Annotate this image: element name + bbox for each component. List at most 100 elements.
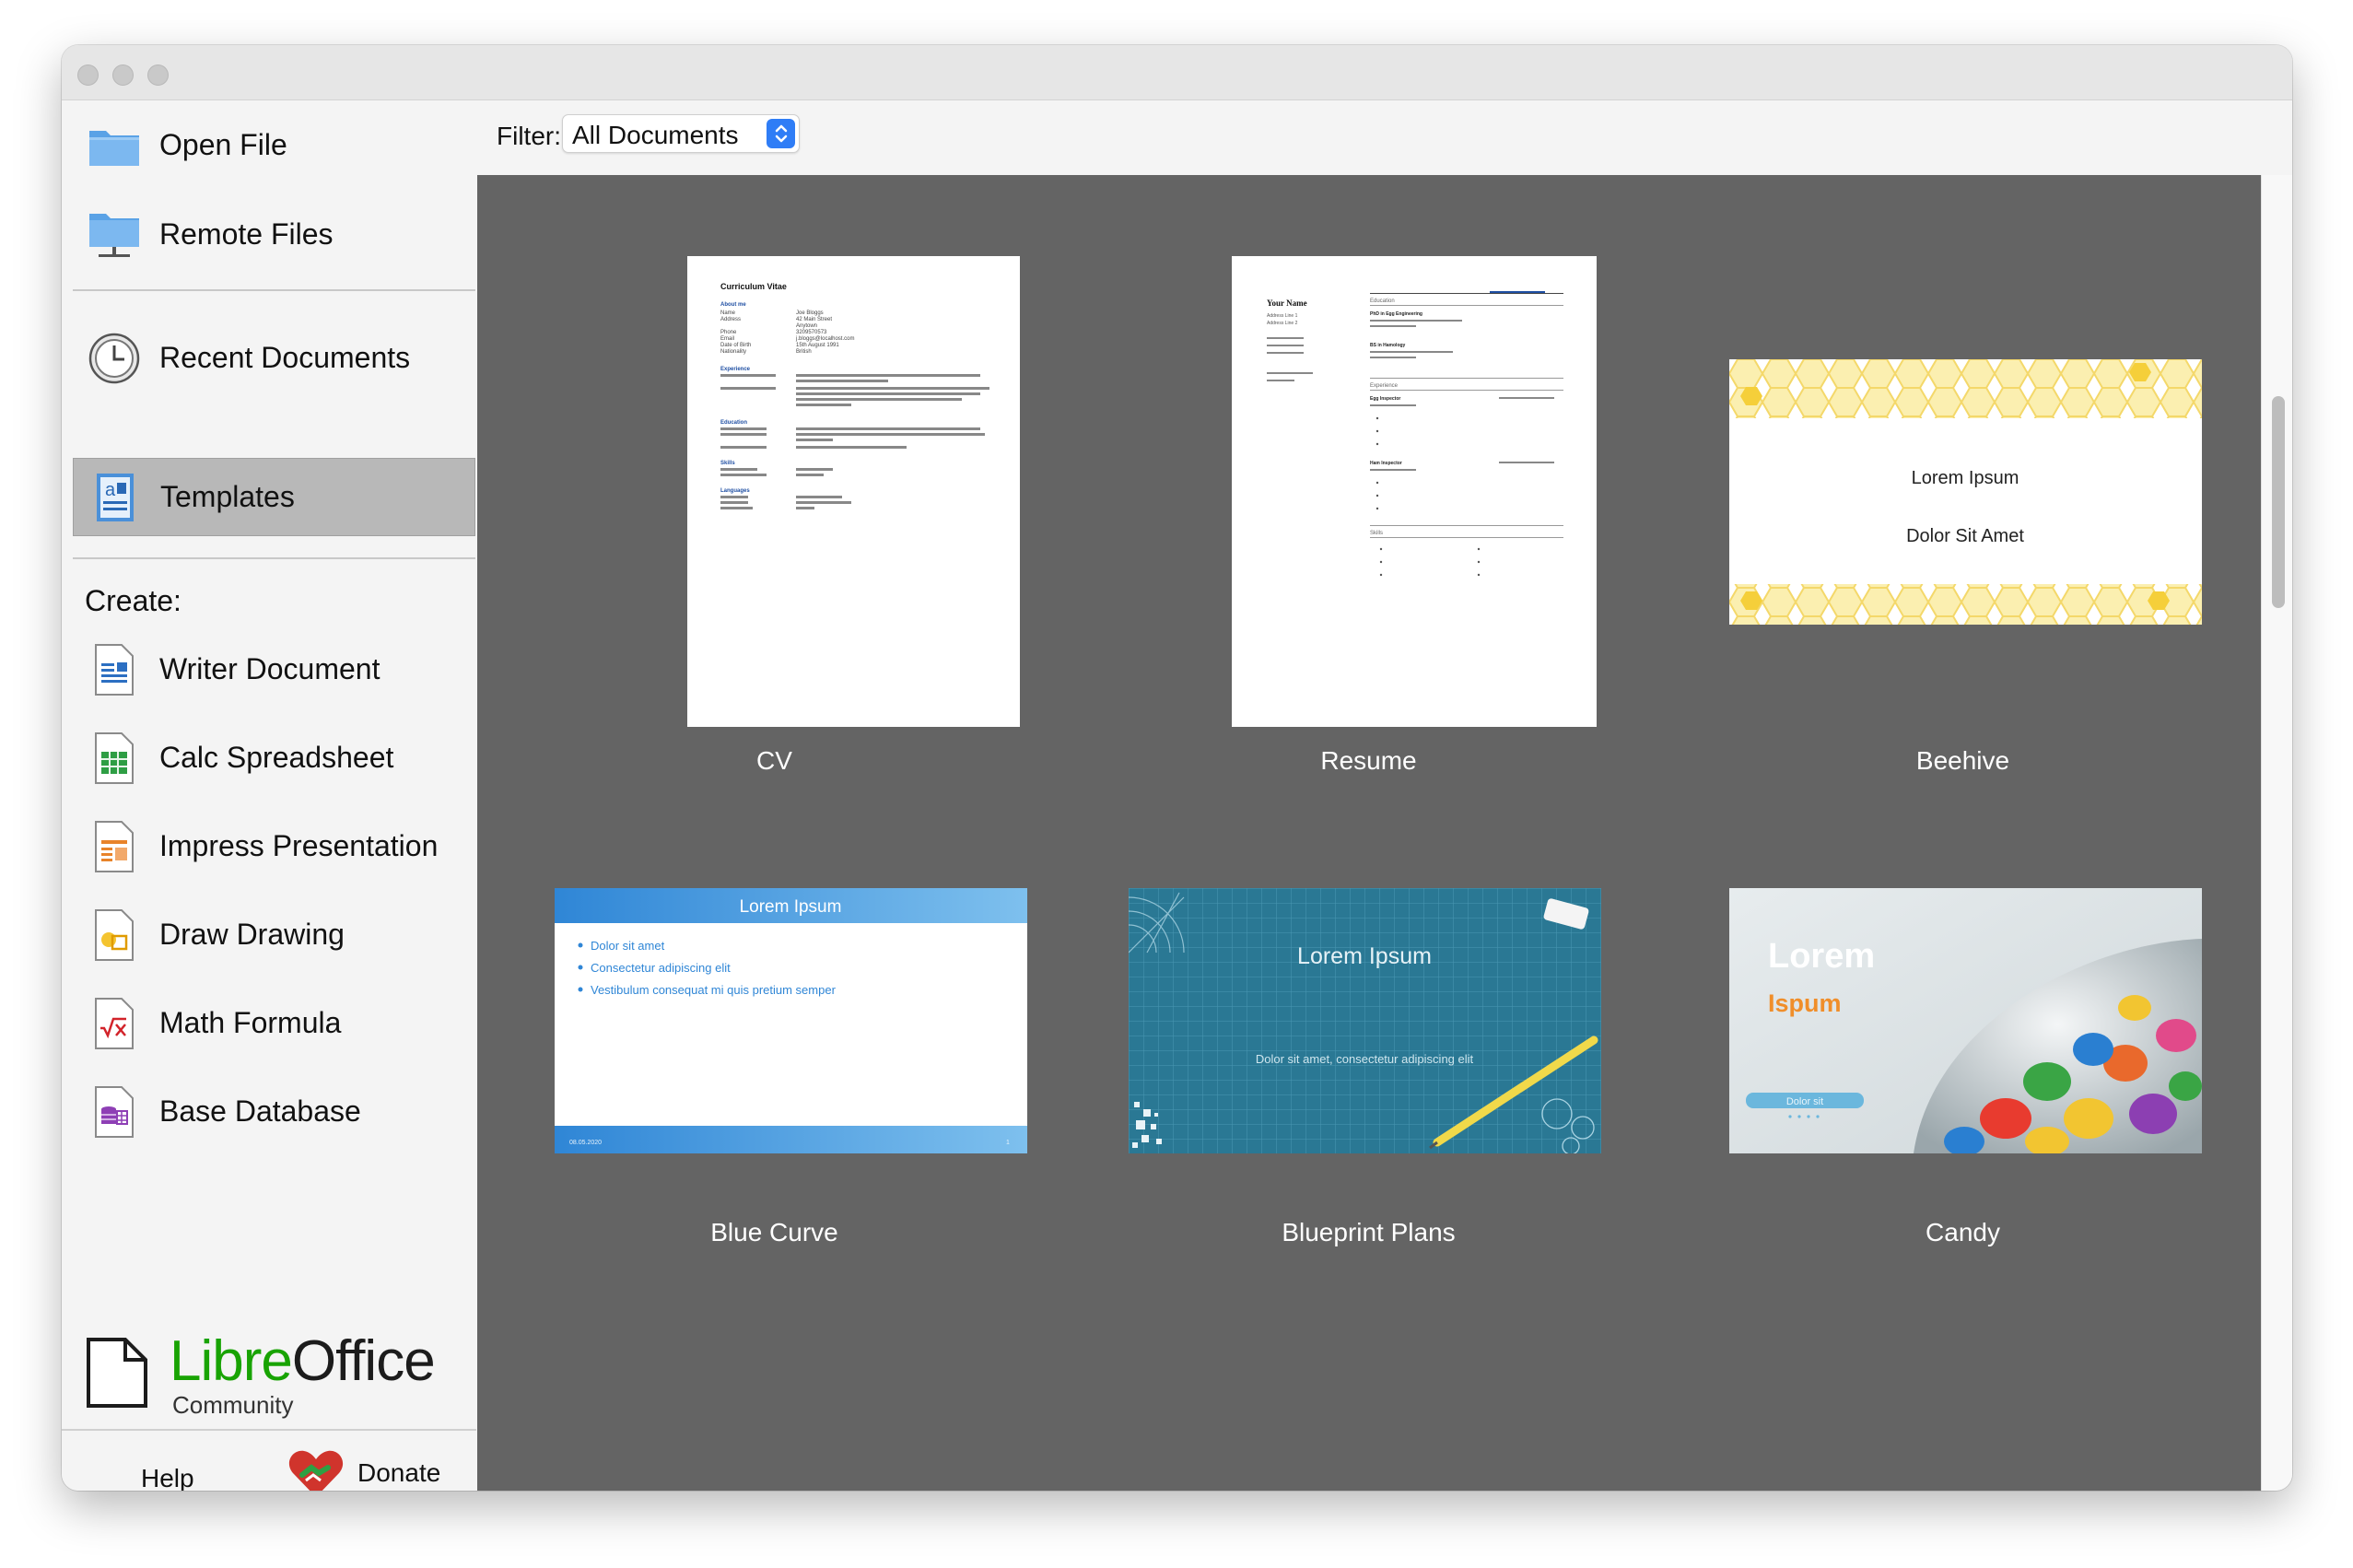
sidebar-separator bbox=[73, 289, 475, 291]
impress-presentation-button[interactable]: Impress Presentation bbox=[73, 807, 475, 885]
template-name: Resume bbox=[1320, 746, 1417, 775]
svg-text:j.bloggs@localhost.com: j.bloggs@localhost.com bbox=[795, 336, 854, 342]
template-thumbnail: Curriculum Vitae About me Name Joe Bloggs… bbox=[687, 256, 1020, 727]
filter-select[interactable]: All Documents bbox=[562, 114, 800, 153]
svg-text:About me: About me bbox=[720, 302, 746, 308]
svg-text:Curriculum Vitae: Curriculum Vitae bbox=[720, 282, 787, 291]
template-thumbnail: Lorem Ipsum Dolor sit amet, consectetur … bbox=[1129, 888, 1601, 1153]
svg-text:Phone: Phone bbox=[720, 330, 737, 335]
blue-curve-preview: Lorem Ipsum Dolor sit amet Consectetur a… bbox=[555, 888, 1027, 1153]
svg-text:Experience: Experience bbox=[1370, 383, 1399, 389]
svg-text:Dolor sit amet: Dolor sit amet bbox=[591, 939, 665, 953]
writer-document-button[interactable]: Writer Document bbox=[73, 630, 475, 708]
template-grid: Curriculum Vitae About me Name Joe Bloggs… bbox=[477, 175, 2261, 1491]
folder-icon bbox=[86, 117, 143, 174]
clock-icon bbox=[86, 330, 143, 387]
svg-text:Skills: Skills bbox=[720, 461, 735, 466]
draw-drawing-label: Draw Drawing bbox=[159, 918, 345, 951]
svg-text:Ispum: Ispum bbox=[1768, 989, 1842, 1017]
svg-text:3209570573: 3209570573 bbox=[796, 330, 827, 335]
open-file-button[interactable]: Open File bbox=[73, 106, 475, 184]
start-center-window: Open File Remote Files Recent Documents … bbox=[62, 45, 2292, 1491]
maximize-window-button[interactable] bbox=[147, 64, 169, 86]
template-candy[interactable]: Lorem Ispum Dolor sit Candy bbox=[1666, 792, 2260, 1491]
footer-separator bbox=[62, 1429, 476, 1431]
impress-presentation-icon bbox=[86, 818, 143, 875]
beehive-preview: Lorem Ipsum Dolor Sit Amet bbox=[1729, 359, 2202, 625]
impress-presentation-label: Impress Presentation bbox=[159, 829, 439, 862]
logo-community-text: Community bbox=[172, 1391, 294, 1419]
base-database-button[interactable]: Base Database bbox=[73, 1072, 475, 1151]
svg-text:Vestibulum consequat mi quis p: Vestibulum consequat mi quis pretium sem… bbox=[591, 983, 837, 997]
math-formula-icon bbox=[86, 995, 143, 1052]
svg-text:Lorem Ipsum: Lorem Ipsum bbox=[1912, 468, 2019, 488]
svg-text:Experience: Experience bbox=[720, 367, 751, 372]
network-folder-icon bbox=[86, 206, 143, 263]
svg-text:BS in Hamology: BS in Hamology bbox=[1370, 343, 1406, 348]
sidebar: Open File Remote Files Recent Documents … bbox=[62, 100, 476, 1491]
donate-label: Donate bbox=[357, 1458, 441, 1487]
template-name: Beehive bbox=[1915, 746, 2010, 775]
template-thumbnail: Lorem Ispum Dolor sit bbox=[1729, 888, 2202, 1153]
calc-sheet-icon bbox=[86, 730, 143, 787]
logo-office-text: Office bbox=[291, 1329, 436, 1393]
svg-text:Your Name: Your Name bbox=[1267, 298, 1307, 308]
help-button[interactable]: Help bbox=[141, 1464, 194, 1491]
open-file-label: Open File bbox=[159, 128, 287, 161]
donate-button[interactable]: Donate bbox=[287, 1447, 440, 1491]
svg-text:Nationality: Nationality bbox=[720, 349, 746, 355]
templates-button[interactable]: a Templates bbox=[73, 458, 475, 536]
filter-bar: Filter: All Documents bbox=[476, 100, 2292, 165]
remote-files-label: Remote Files bbox=[159, 217, 334, 251]
remote-files-button[interactable]: Remote Files bbox=[73, 195, 475, 274]
base-database-icon bbox=[86, 1083, 143, 1141]
template-name: CV bbox=[756, 746, 792, 775]
svg-text:1: 1 bbox=[1006, 1140, 1010, 1146]
svg-text:Lorem Ipsum: Lorem Ipsum bbox=[740, 897, 842, 917]
donate-heart-icon bbox=[288, 1450, 344, 1491]
calc-spreadsheet-label: Calc Spreadsheet bbox=[159, 741, 394, 774]
minimize-window-button[interactable] bbox=[112, 64, 134, 86]
template-beehive[interactable]: Lorem Ipsum Dolor Sit Amet Beehive bbox=[1666, 175, 2260, 792]
svg-text:Lorem: Lorem bbox=[1768, 937, 1875, 976]
svg-text:PhD in Egg Engineering: PhD in Egg Engineering bbox=[1370, 311, 1422, 317]
create-heading: Create: bbox=[85, 584, 181, 617]
template-cv[interactable]: Curriculum Vitae About me Name Joe Bloggs… bbox=[477, 175, 1071, 792]
updown-chevron-icon bbox=[767, 119, 795, 148]
template-thumbnail: Your Name Address Line 1 Address Line 2 … bbox=[1232, 256, 1597, 727]
template-thumbnail: Lorem Ipsum Dolor sit amet Consectetur a… bbox=[555, 888, 1027, 1153]
recent-documents-button[interactable]: Recent Documents bbox=[73, 319, 475, 397]
svg-text:15th August 1991: 15th August 1991 bbox=[796, 343, 839, 348]
close-window-button[interactable] bbox=[77, 64, 99, 86]
svg-text:Dolor Sit Amet: Dolor Sit Amet bbox=[1906, 526, 2024, 546]
svg-text:Languages: Languages bbox=[720, 488, 750, 494]
math-formula-button[interactable]: Math Formula bbox=[73, 984, 475, 1062]
calc-spreadsheet-button[interactable]: Calc Spreadsheet bbox=[73, 719, 475, 797]
draw-drawing-button[interactable]: Draw Drawing bbox=[73, 895, 475, 974]
vertical-scrollbar[interactable] bbox=[2261, 175, 2292, 1491]
cv-preview: Curriculum Vitae About me Name Joe Bloggs… bbox=[720, 282, 989, 509]
draw-drawing-icon bbox=[86, 907, 143, 964]
svg-text:Date of Birth: Date of Birth bbox=[720, 343, 751, 348]
scrollbar-thumb[interactable] bbox=[2272, 396, 2285, 608]
template-name: Blue Curve bbox=[710, 1218, 838, 1246]
template-blueprint-plans[interactable]: Lorem Ipsum Dolor sit amet, consectetur … bbox=[1071, 792, 1666, 1491]
svg-text:Address Line 1: Address Line 1 bbox=[1267, 313, 1298, 319]
svg-text:Lorem Ipsum: Lorem Ipsum bbox=[1297, 943, 1432, 969]
writer-document-label: Writer Document bbox=[159, 652, 380, 685]
template-icon: a bbox=[87, 469, 144, 526]
svg-text:Name: Name bbox=[720, 310, 736, 316]
svg-text:Consectetur adipiscing elit: Consectetur adipiscing elit bbox=[591, 961, 731, 975]
svg-text:Education: Education bbox=[1370, 298, 1395, 304]
svg-text:Dolor sit: Dolor sit bbox=[1786, 1096, 1823, 1107]
template-resume[interactable]: Your Name Address Line 1 Address Line 2 … bbox=[1071, 175, 1666, 792]
template-name: Candy bbox=[1926, 1218, 2000, 1246]
logo-libre-text: Libre bbox=[170, 1329, 293, 1393]
libreoffice-logo: LibreOffice Community bbox=[85, 1329, 472, 1422]
title-bar bbox=[62, 45, 2292, 100]
base-database-label: Base Database bbox=[159, 1094, 361, 1128]
filter-label: Filter: bbox=[497, 122, 561, 150]
svg-text:Education: Education bbox=[720, 420, 747, 426]
svg-text:08.05.2020: 08.05.2020 bbox=[569, 1140, 602, 1146]
template-blue-curve[interactable]: Lorem Ipsum Dolor sit amet Consectetur a… bbox=[477, 792, 1071, 1491]
